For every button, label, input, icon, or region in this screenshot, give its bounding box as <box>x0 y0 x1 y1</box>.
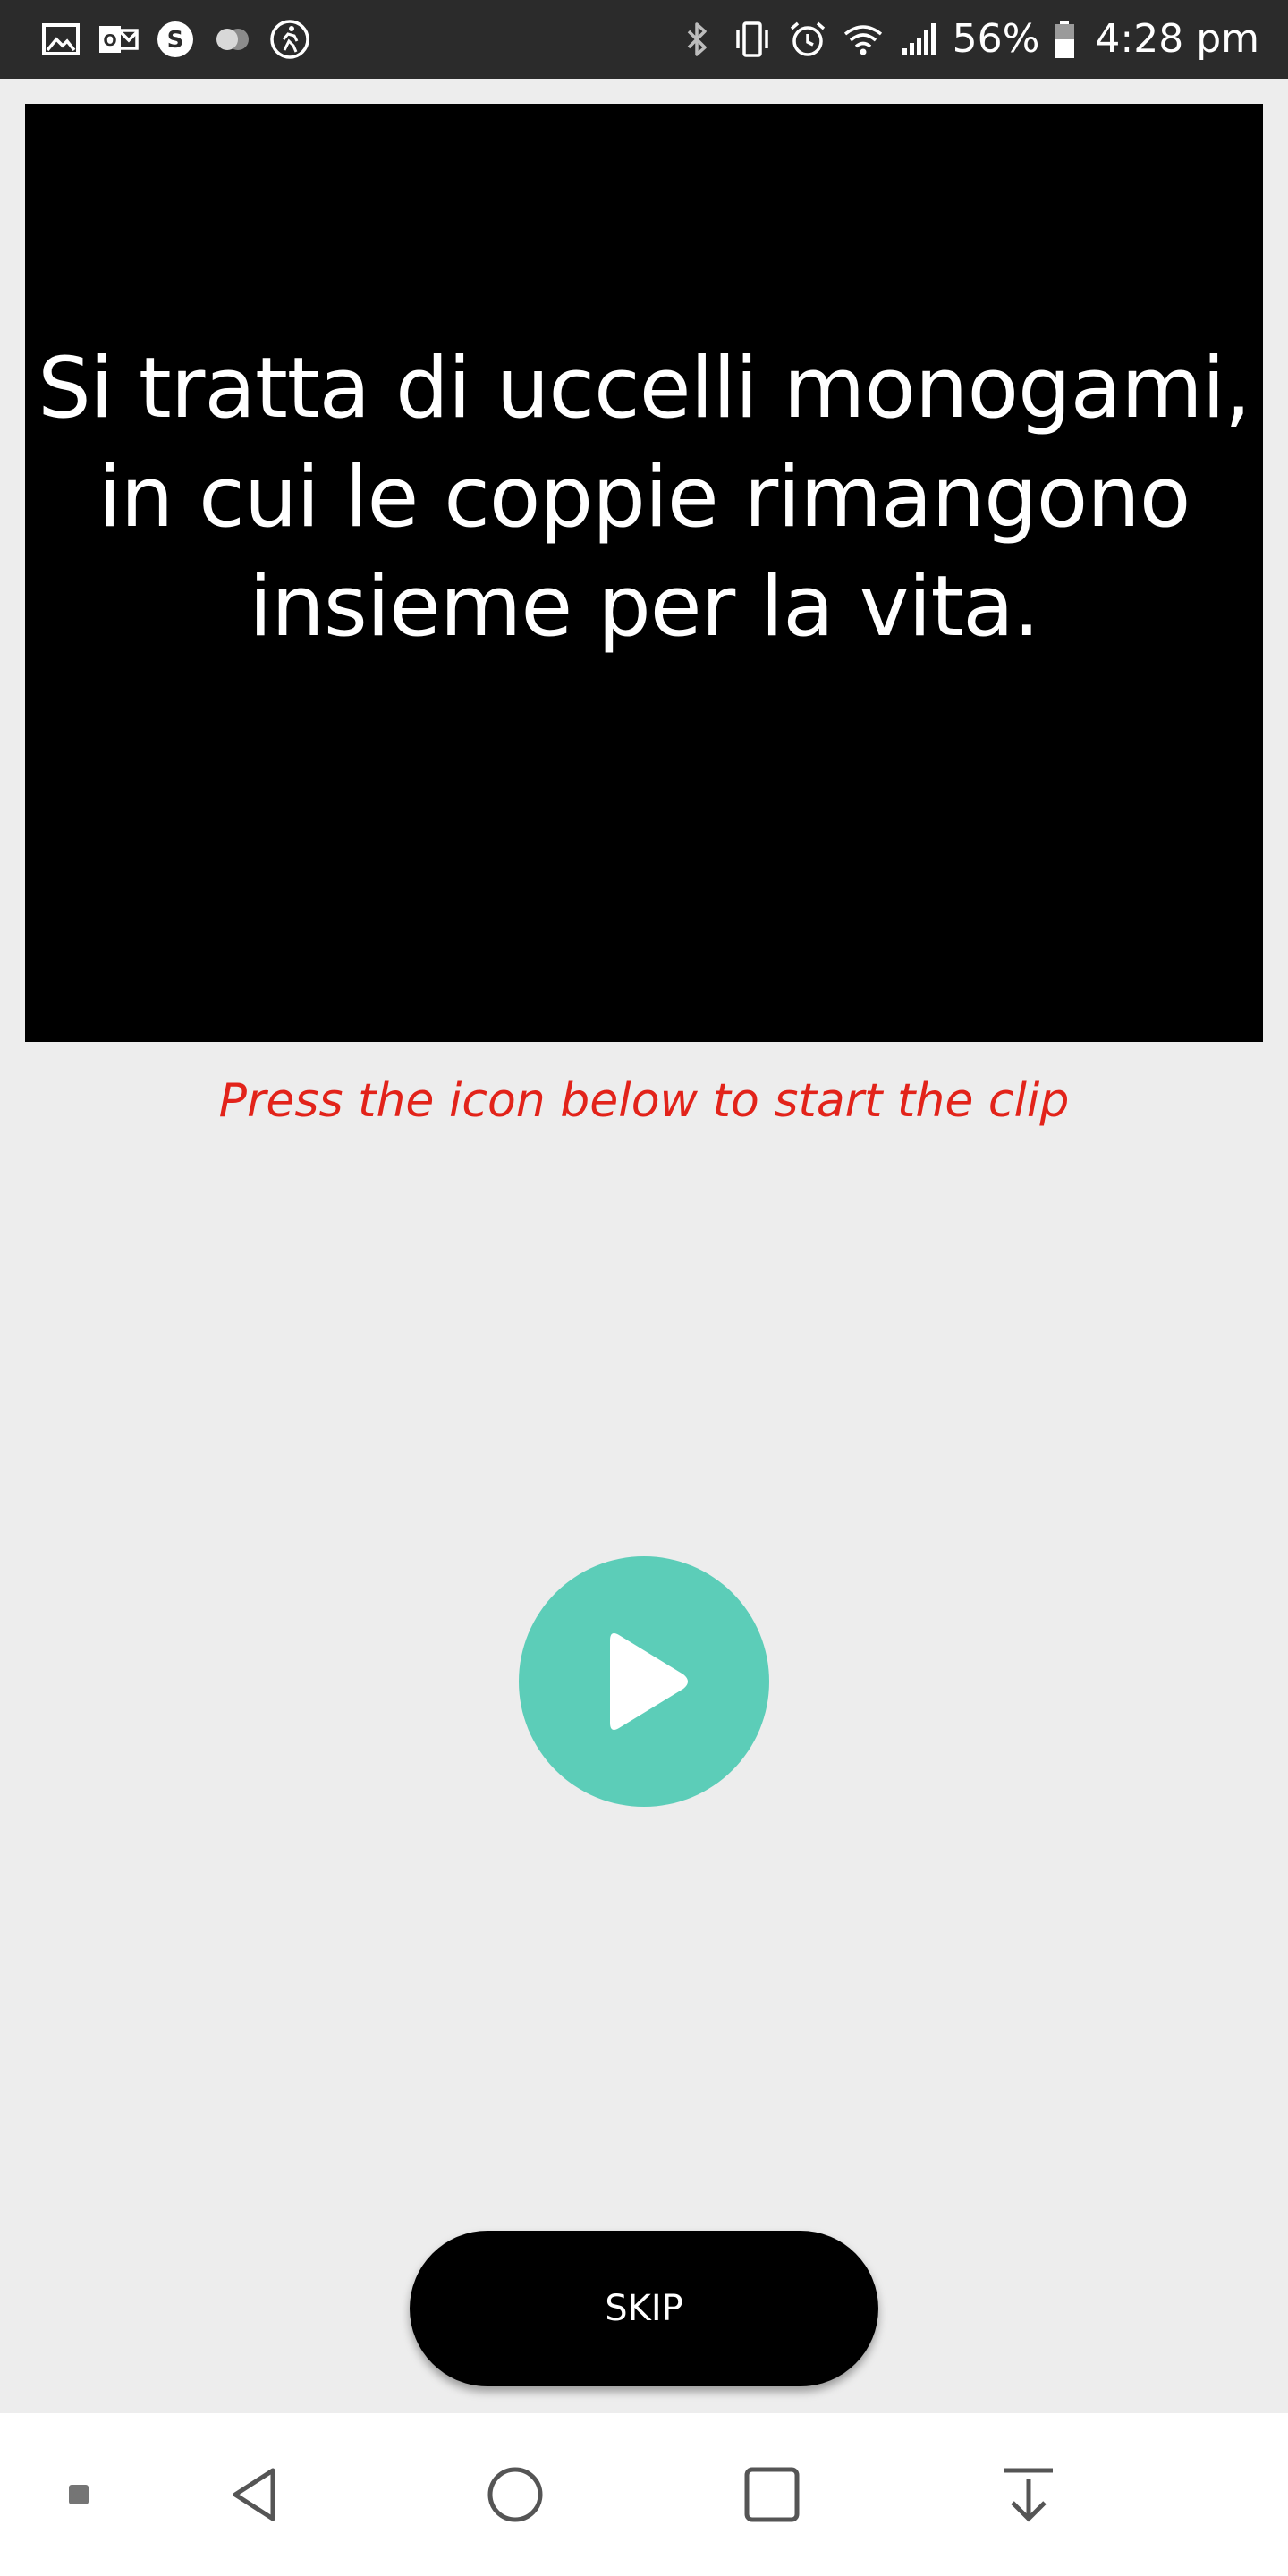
signal-icon <box>897 18 940 61</box>
instruction-text: Press the icon below to start the clip <box>218 1074 1070 1128</box>
play-icon <box>610 1633 688 1730</box>
svg-text:O: O <box>103 31 116 50</box>
battery-icon <box>1052 18 1077 61</box>
recents-icon <box>744 2467 800 2522</box>
dot-icon <box>69 2485 89 2504</box>
play-button[interactable] <box>519 1556 769 1807</box>
download-icon <box>1004 2468 1053 2522</box>
gallery-icon <box>39 18 82 61</box>
skype-icon: S <box>154 18 197 61</box>
skip-button[interactable]: SKIP <box>410 2231 878 2386</box>
outlook-icon: O <box>97 18 140 61</box>
home-icon <box>487 2467 543 2522</box>
nav-dot[interactable] <box>25 2413 132 2576</box>
svg-text:S: S <box>167 27 184 54</box>
caption-line: insieme per la vita. <box>249 557 1040 656</box>
back-icon <box>233 2468 275 2521</box>
clock: 4:28 pm <box>1095 16 1259 62</box>
nav-home-button[interactable] <box>462 2413 569 2576</box>
caption-line: in cui le coppie rimangono <box>97 448 1191 547</box>
battery-percentage: 56% <box>952 16 1040 62</box>
vibrate-icon <box>731 18 774 61</box>
status-bar-system: 56% 4:28 pm <box>675 0 1259 79</box>
video-player[interactable]: Si tratta di uccelli monogami, in cui le… <box>25 104 1263 1042</box>
alarm-icon <box>786 18 829 61</box>
status-bar: O S 56% 4:28 pm <box>0 0 1288 79</box>
navigation-bar <box>0 2413 1288 2576</box>
toggle-icon <box>211 18 254 61</box>
wifi-icon <box>842 18 885 61</box>
status-bar-notifications: O S <box>39 0 311 79</box>
nav-download-button[interactable] <box>975 2413 1082 2576</box>
caption-line: Si tratta di uccelli monogami, <box>38 339 1251 437</box>
nav-back-button[interactable] <box>204 2413 311 2576</box>
video-caption: Si tratta di uccelli monogami, in cui le… <box>25 335 1263 662</box>
nav-recents-button[interactable] <box>718 2413 826 2576</box>
fitness-icon <box>268 18 311 61</box>
bluetooth-icon <box>675 18 718 61</box>
